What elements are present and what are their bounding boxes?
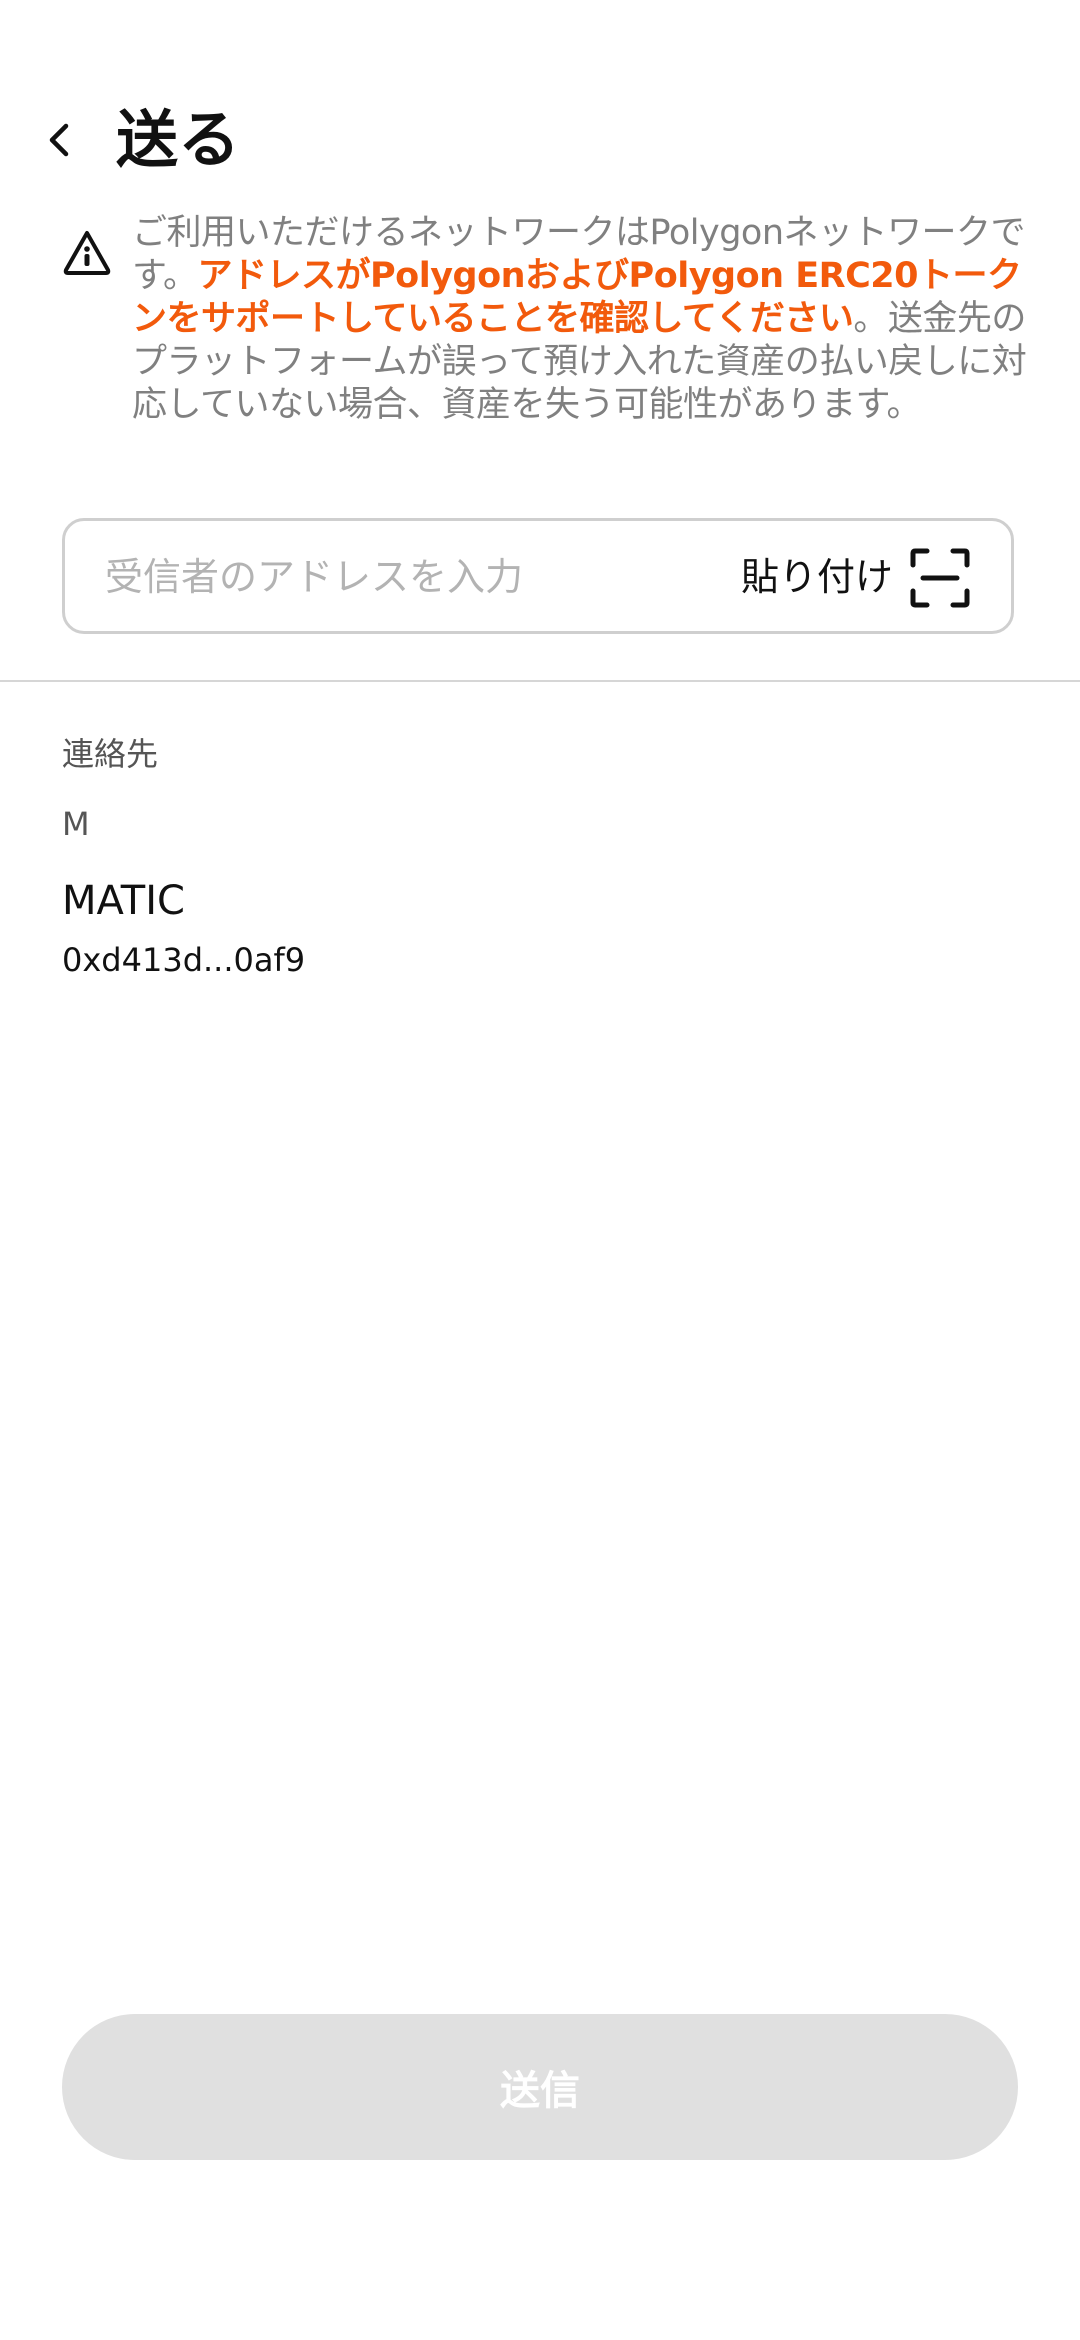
back-button[interactable]	[30, 110, 90, 170]
header: 送る	[0, 90, 1080, 190]
paste-button[interactable]: 貼り付け	[741, 543, 893, 611]
recipient-address-field: 貼り付け	[62, 518, 1014, 634]
contact-address: 0xd413d...0af9	[62, 941, 306, 979]
notice-text: ご利用いただけるネットワークはPolygonネットワークです。アドレスがPoly…	[132, 212, 1052, 427]
chevron-left-icon	[49, 123, 69, 157]
contacts-index-letter: M	[62, 805, 90, 843]
contacts-section-title: 連絡先	[62, 735, 159, 773]
page-title: 送る	[116, 103, 241, 176]
contact-item[interactable]: MATIC 0xd413d...0af9	[62, 870, 1018, 990]
divider	[0, 680, 1080, 682]
send-button[interactable]: 送信	[62, 2014, 1018, 2160]
recipient-address-input[interactable]	[105, 547, 685, 607]
warning-triangle-icon	[63, 231, 111, 275]
scan-icon[interactable]	[909, 547, 971, 609]
contact-name: MATIC	[62, 878, 185, 924]
